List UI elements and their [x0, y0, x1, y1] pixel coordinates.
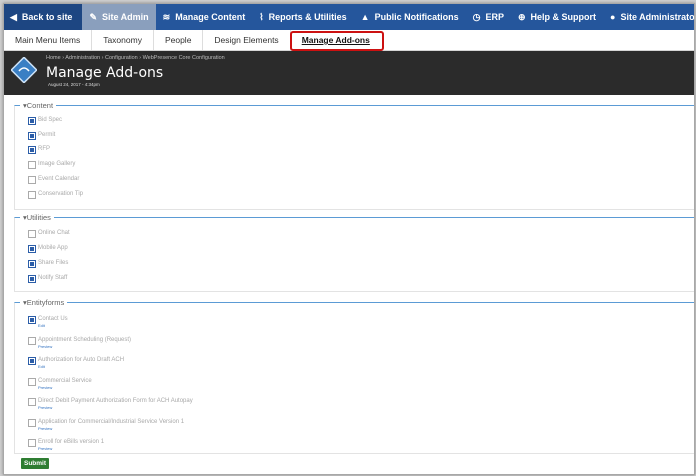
option-label: Authorization for Auto Draft ACH [38, 357, 125, 363]
utilities-legend[interactable]: ▾Utilities [20, 213, 54, 222]
public-notifications-label: Public Notifications [374, 12, 459, 22]
tab-main-menu-items[interactable]: Main Menu Items [4, 30, 93, 50]
checkbox-event-calendar[interactable] [28, 176, 36, 184]
manage-content-menu[interactable]: ≋ Manage Content [156, 4, 253, 30]
browser-frame: ◀ Back to site ✎ Site Admin ≋ Manage Con… [3, 3, 695, 475]
top-navigation: ◀ Back to site ✎ Site Admin ≋ Manage Con… [4, 4, 694, 30]
entityforms-fieldset: ▾Entityforms Contact Us Edit Appointment … [14, 298, 694, 454]
preview-link[interactable]: Preview [38, 385, 52, 390]
preview-link[interactable]: Preview [38, 426, 52, 431]
site-admin-label: Site Admin [102, 12, 149, 22]
option-label: Online Chat [38, 230, 70, 236]
back-to-site-link[interactable]: ◀ Back to site [4, 4, 83, 30]
checkbox-notify-staff[interactable] [28, 275, 36, 283]
option-label: Bid Spec [38, 117, 63, 123]
back-arrow-icon: ◀ [10, 11, 17, 22]
site-administrator-label: Site Administrator [620, 12, 695, 22]
preview-link[interactable]: Preview [38, 446, 52, 451]
checkbox-commercial-service[interactable] [28, 378, 36, 386]
layers-icon: ≋ [162, 11, 171, 22]
page-header: Home › Administration › Configuration › … [4, 51, 694, 95]
user-icon: ● [610, 12, 616, 22]
checkbox-conservation-tip[interactable] [28, 191, 36, 199]
checkbox-image-gallery[interactable] [28, 161, 36, 169]
option-label: Share Files [38, 260, 69, 266]
option-label: RFP [38, 146, 50, 152]
option-label: Commercial Service [38, 378, 92, 384]
reports-utilities-menu[interactable]: ⌇ Reports & Utilities [252, 4, 353, 30]
entityforms-legend-label: Entityforms [26, 298, 65, 307]
tab-people[interactable]: People [154, 30, 204, 50]
tab-design-elements[interactable]: Design Elements [203, 30, 291, 50]
option-label: Appointment Scheduling (Request) [38, 337, 132, 343]
tab-taxonomy[interactable]: Taxonomy [92, 30, 154, 50]
utilities-fieldset: ▾Utilities Online Chat Mobile App Share … [14, 213, 694, 292]
site-administrator-menu[interactable]: ● Site Administrator [603, 4, 695, 30]
checkbox-share-files[interactable] [28, 260, 36, 268]
checkbox-direct-debit[interactable] [28, 398, 36, 406]
back-to-site-label: Back to site [21, 12, 73, 22]
erp-label: ERP [485, 12, 504, 22]
utilities-legend-label: Utilities [26, 213, 51, 222]
help-support-menu[interactable]: ⊕ Help & Support [511, 4, 603, 30]
option-label: Contact Us [38, 316, 68, 322]
preview-link[interactable]: Preview [38, 344, 52, 349]
checkbox-mobile-app[interactable] [28, 245, 36, 253]
option-label: Mobile App [38, 245, 68, 251]
checkbox-auto-draft-ach[interactable] [28, 357, 36, 365]
edit-link[interactable]: Edit [38, 364, 45, 369]
checkbox-commercial-industrial[interactable] [28, 419, 36, 427]
public-notifications-menu[interactable]: ▲ Public Notifications [354, 4, 466, 30]
checkbox-bid-spec[interactable] [28, 117, 36, 125]
checkbox-enroll-ebills[interactable] [28, 439, 36, 447]
reports-utilities-label: Reports & Utilities [268, 12, 347, 22]
checkbox-online-chat[interactable] [28, 230, 36, 238]
entityforms-legend[interactable]: ▾Entityforms [20, 298, 68, 307]
option-label: Direct Debit Payment Authorization Form … [38, 398, 193, 404]
wrench-icon: ✎ [89, 11, 97, 22]
option-label: Application for Commercial/Industrial Se… [38, 419, 185, 425]
secondary-tabs: Main Menu Items Taxonomy People Design E… [4, 30, 694, 51]
content-legend[interactable]: ▾Content [20, 101, 57, 110]
tab-manage-add-ons[interactable]: Manage Add-ons [289, 30, 385, 51]
content-legend-label: Content [26, 101, 54, 110]
preview-link[interactable]: Preview [38, 405, 52, 410]
manage-content-label: Manage Content [175, 12, 246, 22]
clock-icon: ◷ [472, 11, 481, 22]
option-label: Event Calendar [38, 176, 80, 182]
page-title: Manage Add-ons [46, 65, 164, 81]
edit-link[interactable]: Edit [38, 323, 45, 328]
megaphone-icon: ▲ [360, 12, 370, 22]
site-admin-menu[interactable]: ✎ Site Admin [82, 4, 156, 30]
option-label: Notify Staff [38, 275, 68, 281]
checkbox-contact-us[interactable] [28, 316, 36, 324]
chart-icon: ⌇ [259, 11, 264, 22]
site-logo-icon [11, 57, 37, 83]
option-label: Enroll for eBills version 1 [38, 439, 105, 445]
checkbox-permit[interactable] [28, 132, 36, 140]
checkbox-appointment-scheduling[interactable] [28, 337, 36, 345]
option-label: Conservation Tip [38, 191, 84, 197]
content-fieldset: ▾Content Bid Spec Permit RFP Image Galle… [14, 101, 694, 210]
erp-menu[interactable]: ◷ ERP [466, 4, 511, 30]
page-date: August 24, 2017 - 4:34pm [48, 82, 100, 87]
submit-button[interactable]: Submit [21, 458, 49, 469]
option-label: Image Gallery [38, 161, 76, 167]
checkbox-rfp[interactable] [28, 146, 36, 154]
help-support-label: Help & Support [530, 12, 597, 22]
option-label: Permit [38, 132, 56, 138]
globe-icon: ⊕ [517, 11, 526, 22]
breadcrumb: Home › Administration › Configuration › … [46, 55, 225, 61]
